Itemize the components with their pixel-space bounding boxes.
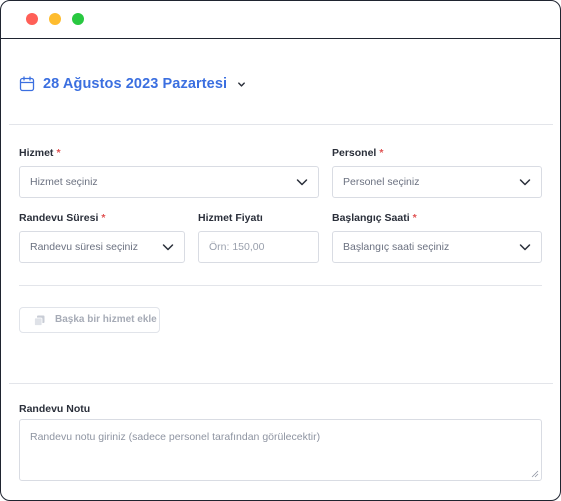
title-bar <box>1 1 560 39</box>
add-service-button[interactable]: Başka bir hizmet ekle <box>19 307 160 333</box>
note-label: Randevu Notu <box>19 403 91 415</box>
add-service-label: Başka bir hizmet ekle <box>55 314 157 325</box>
duration-select[interactable]: Randevu süresi seçiniz <box>19 231 185 263</box>
price-input[interactable]: Örn: 150,00 <box>198 231 319 263</box>
divider <box>19 285 542 286</box>
service-placeholder: Hizmet seçiniz <box>30 176 98 188</box>
divider <box>9 383 553 384</box>
calendar-icon <box>19 76 35 92</box>
duration-label: Randevu Süresi * <box>19 212 106 224</box>
divider <box>9 124 553 125</box>
chevron-down-icon <box>296 179 308 186</box>
chevron-down-icon <box>519 179 531 186</box>
service-label: Hizmet * <box>19 147 61 159</box>
service-select[interactable]: Hizmet seçiniz <box>19 166 319 198</box>
note-placeholder: Randevu notu giriniz (sadece personel ta… <box>30 431 321 443</box>
price-placeholder: Örn: 150,00 <box>209 241 265 253</box>
resize-handle-icon[interactable] <box>531 470 539 478</box>
selected-date: 28 Ağustos 2023 Pazartesi <box>43 76 228 92</box>
note-textarea[interactable]: Randevu notu giriniz (sadece personel ta… <box>19 419 542 481</box>
staff-placeholder: Personel seçiniz <box>343 176 420 188</box>
date-selector[interactable]: 28 Ağustos 2023 Pazartesi <box>19 73 246 95</box>
app-window: 28 Ağustos 2023 Pazartesi Hizmet * Hizmet… <box>0 0 561 501</box>
chevron-down-icon <box>238 81 246 87</box>
start-time-select[interactable]: Başlangıç saati seçiniz <box>332 231 542 263</box>
copy-icon <box>34 315 45 326</box>
price-label: Hizmet Fiyatı <box>198 212 263 224</box>
chevron-down-icon <box>162 244 174 251</box>
close-window-button[interactable] <box>26 13 38 25</box>
duration-placeholder: Randevu süresi seçiniz <box>30 241 138 253</box>
maximize-window-button[interactable] <box>72 13 84 25</box>
staff-select[interactable]: Personel seçiniz <box>332 166 542 198</box>
minimize-window-button[interactable] <box>49 13 61 25</box>
staff-label: Personel * <box>332 147 384 159</box>
chevron-down-icon <box>519 244 531 251</box>
start-time-placeholder: Başlangıç saati seçiniz <box>343 241 450 253</box>
start-time-label: Başlangıç Saati * <box>332 212 417 224</box>
